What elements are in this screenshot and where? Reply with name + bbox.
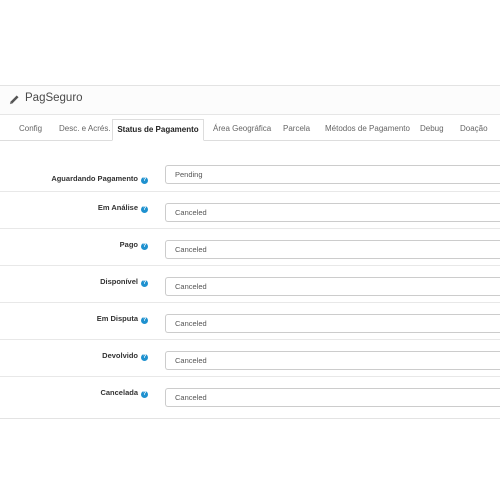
- field-label: Pago?: [119, 240, 148, 250]
- question-circle-icon[interactable]: ?: [141, 206, 148, 213]
- field-label: Devolvido?: [102, 351, 148, 361]
- form-row-disponivel: Disponível? Canceled: [0, 265, 500, 302]
- tab-area-geografica[interactable]: Área Geográfica: [213, 119, 271, 140]
- status-select-em-disputa[interactable]: Canceled: [165, 314, 500, 333]
- status-select-em-analise[interactable]: Canceled: [165, 203, 500, 222]
- pencil-icon: [9, 95, 19, 105]
- question-circle-icon[interactable]: ?: [141, 177, 148, 184]
- panel-heading: PagSeguro: [0, 86, 500, 115]
- tab-desc-acres[interactable]: Desc. e Acrés.: [59, 119, 111, 140]
- field-label: Em Análise?: [97, 203, 148, 213]
- question-circle-icon[interactable]: ?: [141, 391, 148, 398]
- field-label: Disponível?: [100, 277, 148, 287]
- question-circle-icon[interactable]: ?: [141, 354, 148, 361]
- panel-title: PagSeguro: [25, 92, 83, 104]
- tab-config[interactable]: Config: [19, 119, 42, 140]
- field-label: Cancelada?: [100, 388, 148, 398]
- status-select-disponivel[interactable]: Canceled: [165, 277, 500, 296]
- question-circle-icon[interactable]: ?: [141, 317, 148, 324]
- tab-debug[interactable]: Debug: [420, 119, 444, 140]
- settings-panel: PagSeguro Config Desc. e Acrés. Status d…: [0, 85, 500, 419]
- question-circle-icon[interactable]: ?: [141, 280, 148, 287]
- status-select-devolvido[interactable]: Canceled: [165, 351, 500, 370]
- question-circle-icon[interactable]: ?: [141, 243, 148, 250]
- form-row-cancelada: Cancelada? Canceled: [0, 376, 500, 413]
- tab-bar: Config Desc. e Acrés. Status de Pagament…: [0, 119, 500, 141]
- tab-metodos-de-pagamento[interactable]: Métodos de Pagamento: [325, 119, 410, 140]
- form-row-devolvido: Devolvido? Canceled: [0, 339, 500, 376]
- form-row-em-disputa: Em Disputa? Canceled: [0, 302, 500, 339]
- form-row-pago: Pago? Canceled: [0, 228, 500, 265]
- tab-parcela[interactable]: Parcela: [283, 119, 310, 140]
- status-select-cancelada[interactable]: Canceled: [165, 388, 500, 407]
- form-row-em-analise: Em Análise? Canceled: [0, 191, 500, 228]
- status-select-aguardando-pagamento[interactable]: Pending: [165, 165, 500, 184]
- tab-doacao[interactable]: Doação: [460, 119, 488, 140]
- field-label: Aguardando Pagamento?: [51, 174, 148, 184]
- status-select-pago[interactable]: Canceled: [165, 240, 500, 259]
- field-label: Em Disputa?: [96, 314, 148, 324]
- tab-status-de-pagamento[interactable]: Status de Pagamento: [112, 119, 204, 141]
